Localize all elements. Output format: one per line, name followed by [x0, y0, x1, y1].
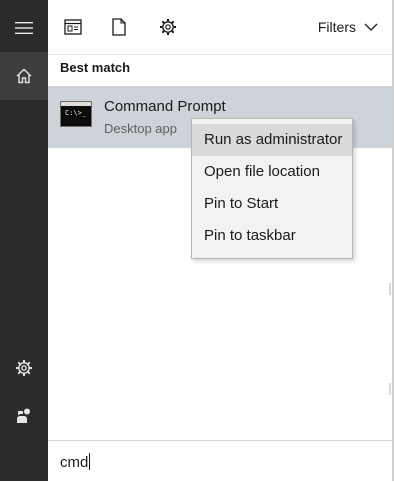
hamburger-menu-icon — [15, 22, 33, 34]
section-label-best-match: Best match — [60, 60, 131, 75]
background-artefact — [389, 283, 391, 295]
text-caret — [89, 453, 91, 470]
toolbar: Filters — [48, 0, 392, 55]
filters-label: Filters — [317, 19, 356, 35]
settings-icon — [160, 19, 176, 35]
left-rail — [0, 0, 48, 481]
context-menu: Run as administrator Open file location … — [191, 118, 353, 259]
documents-icon — [112, 18, 126, 36]
chevron-down-icon — [364, 23, 378, 31]
feedback-icon — [17, 408, 30, 423]
menu-item-run-as-administrator[interactable]: Run as administrator — [192, 124, 352, 156]
settings-button[interactable] — [0, 344, 48, 392]
hamburger-menu-button[interactable] — [0, 4, 48, 52]
gear-icon — [16, 360, 32, 376]
apps-filter-button[interactable] — [60, 14, 86, 40]
documents-filter-button[interactable] — [106, 14, 132, 40]
home-icon — [16, 68, 32, 84]
menu-item-pin-to-taskbar[interactable]: Pin to taskbar — [192, 220, 352, 252]
result-subtitle: Desktop app — [104, 121, 177, 136]
menu-item-open-file-location[interactable]: Open file location — [192, 156, 352, 188]
search-box[interactable]: cmd — [48, 440, 392, 482]
home-button[interactable] — [0, 52, 48, 100]
menu-item-pin-to-start[interactable]: Pin to Start — [192, 188, 352, 220]
background-artefact — [389, 383, 391, 395]
search-input[interactable]: cmd — [60, 453, 91, 471]
settings-filter-button[interactable] — [155, 14, 181, 40]
filters-dropdown[interactable]: Filters — [318, 17, 378, 37]
apps-icon — [64, 19, 82, 35]
command-prompt-icon: C:\>_ — [60, 101, 92, 127]
result-title: Command Prompt — [104, 98, 226, 115]
search-query: cmd — [60, 454, 89, 471]
feedback-button[interactable] — [0, 392, 48, 440]
